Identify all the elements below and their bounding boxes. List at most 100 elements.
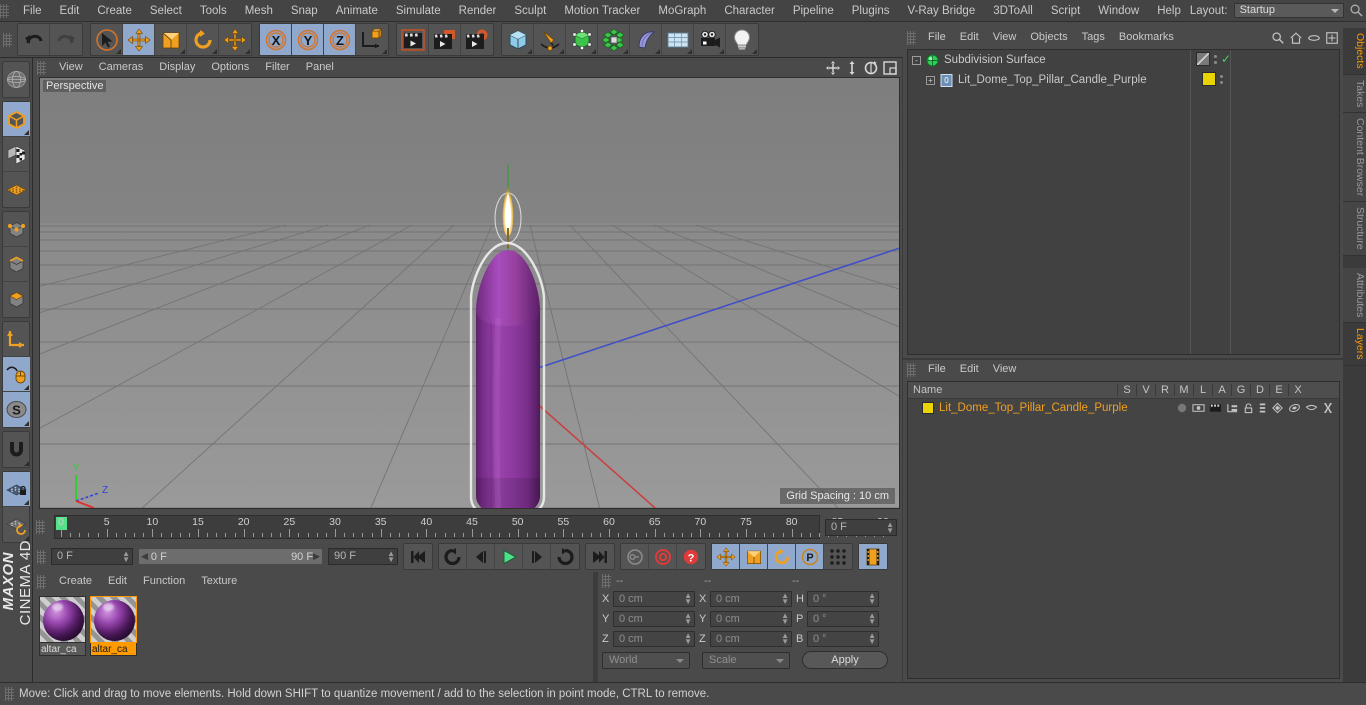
object-tree-row[interactable]: - Subdivision Surface ✓: [908, 50, 1339, 70]
size-z-spinner[interactable]: ▲ ▼: [781, 632, 789, 646]
size-x-field[interactable]: 0 cm ▲ ▼: [710, 591, 792, 607]
menu-sculpt[interactable]: Sculpt: [505, 0, 555, 22]
menu-select[interactable]: Select: [141, 0, 191, 22]
timeline-ruler[interactable]: 051015202530354045505560657075808590: [54, 515, 889, 539]
autokeying-button[interactable]: [649, 544, 677, 569]
material-swatch[interactable]: altar_ca: [39, 596, 86, 656]
object-menu-view[interactable]: View: [986, 28, 1024, 47]
layout-dropdown[interactable]: Startup: [1233, 3, 1344, 18]
step-forward-button[interactable]: [523, 544, 551, 569]
layer-menu-view[interactable]: View: [986, 360, 1024, 379]
preview-range-bar[interactable]: ◀ 0 F 90 F ▶: [138, 548, 323, 565]
render-view-button[interactable]: [397, 24, 429, 55]
go-to-end-button[interactable]: [586, 544, 614, 569]
lock-z-axis[interactable]: Z: [324, 24, 356, 55]
status-grip[interactable]: [5, 687, 14, 701]
layer-menu-edit[interactable]: Edit: [953, 360, 986, 379]
magnet-tool-button[interactable]: [3, 432, 30, 467]
lock-x-axis[interactable]: X: [260, 24, 292, 55]
point-mode-button[interactable]: [3, 212, 30, 247]
material-menu-create[interactable]: Create: [51, 572, 100, 591]
redo-button[interactable]: [50, 24, 82, 55]
current-frame-spinner[interactable]: ▲ ▼: [122, 550, 130, 564]
viewport-menu-options[interactable]: Options: [203, 58, 257, 77]
range-left-arrow[interactable]: ◀: [141, 551, 148, 562]
material-tag[interactable]: [1202, 72, 1216, 86]
viewport-menu-view[interactable]: View: [51, 58, 91, 77]
lock-workplane-button[interactable]: [3, 472, 30, 507]
menu-v-ray-bridge[interactable]: V-Ray Bridge: [898, 0, 984, 22]
layer-column-s[interactable]: S: [1117, 384, 1136, 396]
pos-x-spinner[interactable]: ▲ ▼: [684, 592, 692, 606]
step-back-button[interactable]: [467, 544, 495, 569]
add-deformer-button[interactable]: [630, 24, 662, 55]
size-z-field[interactable]: 0 cm ▲ ▼: [710, 631, 792, 647]
material-preview[interactable]: [39, 596, 86, 643]
go-to-start-button[interactable]: [404, 544, 432, 569]
menubar-grip[interactable]: [0, 3, 9, 18]
material-grip[interactable]: [37, 574, 46, 589]
add-mograph-button[interactable]: [598, 24, 630, 55]
workplane-lock-button[interactable]: S: [3, 392, 30, 427]
rot-p-spinner[interactable]: ▲ ▼: [868, 612, 876, 626]
play-forward-loop-button[interactable]: [551, 544, 579, 569]
timeline-frame-field[interactable]: 0 F ▲ ▼: [825, 518, 897, 536]
pos-z-field[interactable]: 0 cm ▲ ▼: [613, 631, 695, 647]
add-light-button[interactable]: [726, 24, 758, 55]
object-menu-edit[interactable]: Edit: [953, 28, 986, 47]
add-scene-button[interactable]: [662, 24, 694, 55]
layer-color-swatch[interactable]: [922, 402, 934, 414]
free-move-tool[interactable]: [219, 24, 251, 55]
animation-icon[interactable]: [1258, 402, 1267, 414]
generator-icon[interactable]: [1271, 402, 1284, 414]
texture-mode-button[interactable]: [3, 137, 30, 172]
coord-mode-dropdown[interactable]: Scale: [702, 651, 790, 669]
ellipse-icon[interactable]: [1307, 31, 1321, 45]
menu-create[interactable]: Create: [88, 0, 141, 22]
size-y-spinner[interactable]: ▲ ▼: [781, 612, 789, 626]
timeline-frame-spinner[interactable]: ▲ ▼: [886, 520, 894, 534]
object-manager-grip[interactable]: [907, 30, 916, 45]
manager-icon[interactable]: [1226, 402, 1239, 414]
lock-icon[interactable]: [1243, 402, 1254, 414]
layer-column-g[interactable]: G: [1231, 384, 1250, 396]
timeline-button[interactable]: [859, 544, 887, 569]
viewport-menu-panel[interactable]: Panel: [298, 58, 342, 77]
menu-mograph[interactable]: MoGraph: [649, 0, 715, 22]
viewport-grip[interactable]: [37, 60, 46, 75]
check-icon[interactable]: ✓: [1221, 53, 1231, 65]
add-camera-button[interactable]: [694, 24, 726, 55]
polygon-mode-button[interactable]: [3, 282, 30, 317]
pos-z-spinner[interactable]: ▲ ▼: [684, 632, 692, 646]
enable-snapping-button[interactable]: [3, 357, 30, 392]
tag-dots-icon[interactable]: [1213, 54, 1217, 64]
pos-y-field[interactable]: 0 cm ▲ ▼: [613, 611, 695, 627]
solo-icon[interactable]: [1176, 402, 1188, 414]
menu-window[interactable]: Window: [1089, 0, 1148, 22]
menu-edit[interactable]: Edit: [51, 0, 89, 22]
layer-column-l[interactable]: L: [1193, 384, 1212, 396]
parameter-key-button[interactable]: [824, 544, 852, 569]
vtab-layers[interactable]: Layers: [1343, 323, 1366, 366]
pla-key-button[interactable]: P: [796, 544, 824, 569]
position-key-button[interactable]: [712, 544, 740, 569]
object-menu-bookmarks[interactable]: Bookmarks: [1112, 28, 1181, 47]
record-active-objects-button[interactable]: [621, 544, 649, 569]
visible-icon[interactable]: [1192, 402, 1205, 414]
layer-column-a[interactable]: A: [1212, 384, 1231, 396]
menu-render[interactable]: Render: [450, 0, 506, 22]
add-generator-button[interactable]: [566, 24, 598, 55]
layer-column-x[interactable]: X: [1288, 384, 1307, 396]
scale-tool[interactable]: [155, 24, 187, 55]
menu-animate[interactable]: Animate: [327, 0, 387, 22]
menu-pipeline[interactable]: Pipeline: [784, 0, 843, 22]
pan-icon[interactable]: [825, 60, 841, 76]
material-preview[interactable]: [90, 596, 137, 643]
material-menu-function[interactable]: Function: [135, 572, 193, 591]
maximize-viewport-icon[interactable]: [882, 60, 898, 76]
rot-h-field[interactable]: 0 ° ▲ ▼: [807, 591, 879, 607]
toolbar-grip[interactable]: [3, 32, 12, 47]
viewport-menu-cameras[interactable]: Cameras: [91, 58, 152, 77]
render-settings-button[interactable]: [461, 24, 493, 55]
menu-3dtoall[interactable]: 3DToAll: [984, 0, 1042, 22]
